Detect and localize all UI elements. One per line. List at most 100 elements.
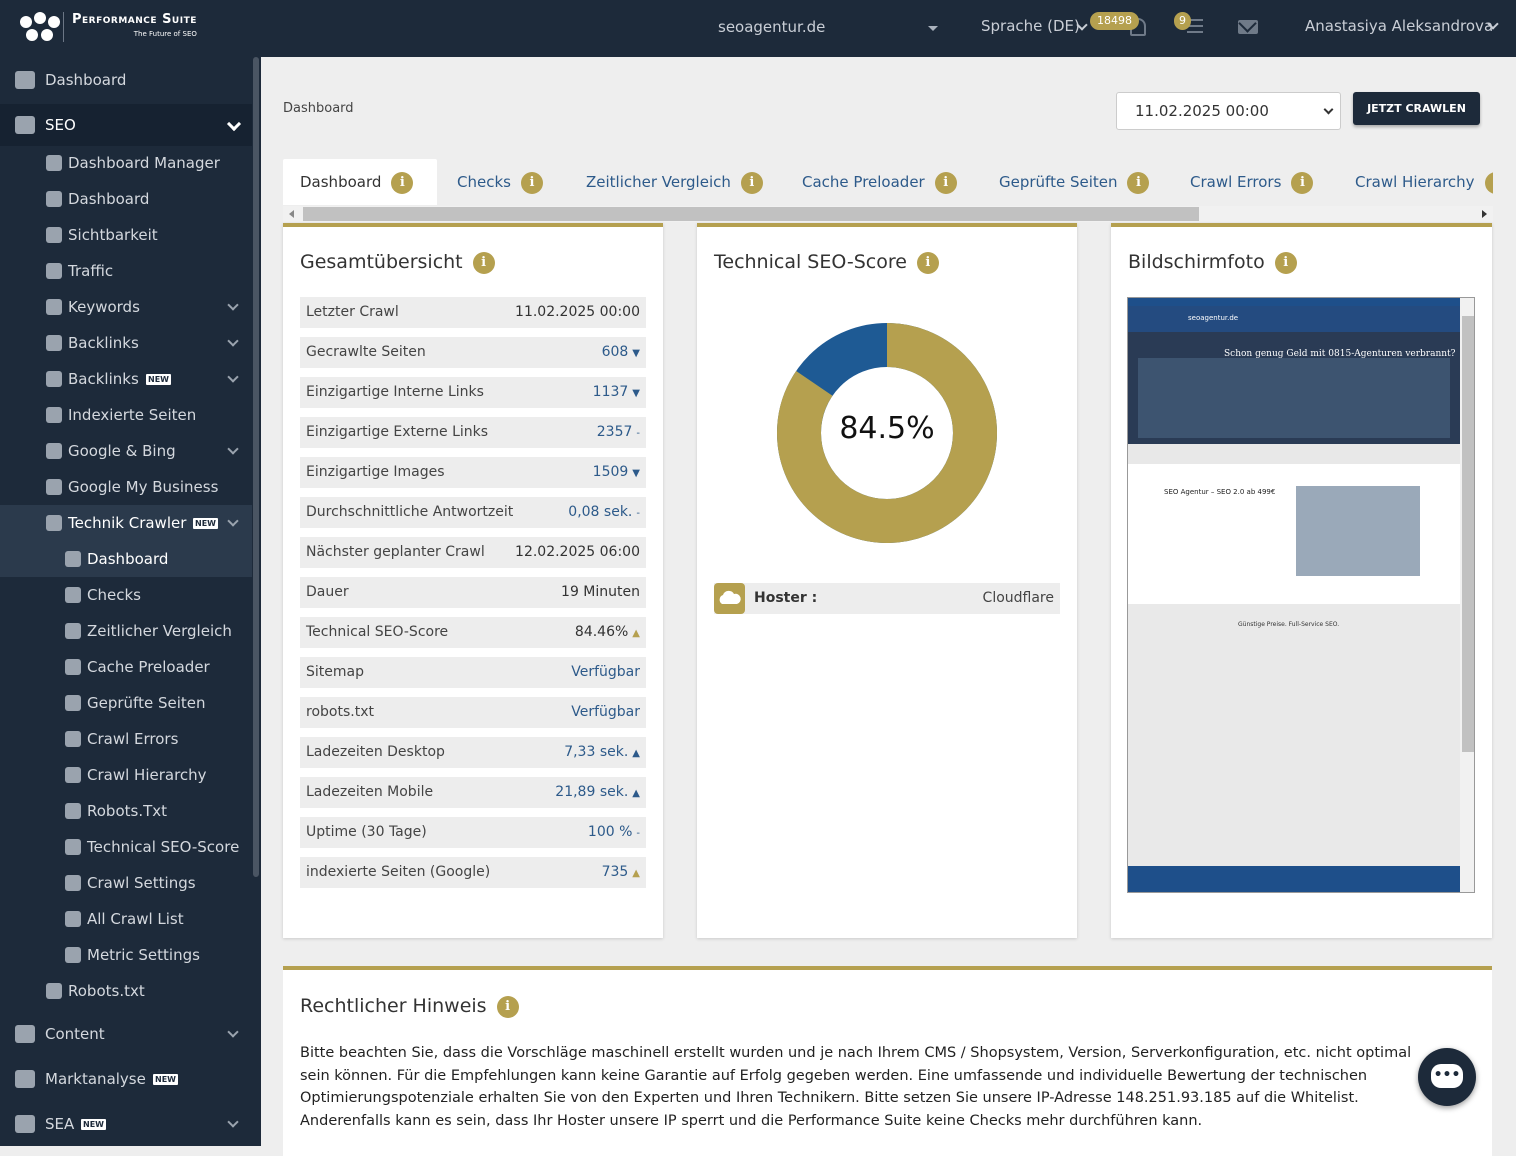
crawl-now-button[interactable]: JETZT CRAWLEN <box>1353 92 1480 125</box>
tab-dashboard[interactable]: Dashboard i <box>283 159 437 205</box>
sidebar-item-google-my-business[interactable]: Google My Business <box>0 469 252 505</box>
chevron-down-icon[interactable] <box>227 299 239 311</box>
website-preview-image: seoagentur.de Schon genug Geld mit 0815-… <box>1128 298 1474 892</box>
scrollbar-thumb[interactable] <box>303 207 1199 221</box>
sidebar-item-label: All Crawl List <box>87 910 184 928</box>
sidebar-item-sichtbarkeit[interactable]: Sichtbarkeit <box>0 217 252 253</box>
tabs-scrollbar[interactable] <box>283 206 1493 222</box>
chevron-down-icon[interactable] <box>227 515 239 527</box>
sidebar-item-keywords[interactable]: Keywords <box>0 289 252 325</box>
tab-zeitlicher-vergleich[interactable]: Zeitlicher Vergleich i <box>569 159 763 205</box>
chevron-down-icon[interactable] <box>227 1116 239 1128</box>
envelope-icon[interactable] <box>1238 20 1258 34</box>
info-icon[interactable]: i <box>740 171 763 194</box>
seo-score-card: Technical SEO-Score i 84.5% Hoster : Clou… <box>697 223 1077 938</box>
chat-button[interactable] <box>1418 1048 1476 1106</box>
sidebar-item-technical-seo-score[interactable]: Technical SEO-Score <box>0 829 252 865</box>
sidebar-item-dashboard[interactable]: Dashboard <box>0 181 252 217</box>
language-select[interactable]: Sprache (DE) <box>981 17 1080 35</box>
chevron-down-icon[interactable] <box>227 1026 239 1038</box>
sidebar-item-label: Robots.txt <box>68 982 145 1000</box>
info-icon[interactable]: i <box>916 251 939 274</box>
info-icon[interactable]: i <box>1484 171 1493 194</box>
sidebar-item-backlinks[interactable]: Backlinks NEW <box>0 361 252 397</box>
chevron-down-icon[interactable] <box>226 116 242 132</box>
caret-down-icon[interactable] <box>928 26 938 31</box>
info-icon[interactable]: i <box>391 171 414 194</box>
overview-row-value-text: 1509 <box>592 464 629 480</box>
info-icon[interactable]: i <box>496 995 519 1018</box>
sidebar-item-crawl-errors[interactable]: Crawl Errors <box>0 721 252 757</box>
sidebar-item-crawl-settings[interactable]: Crawl Settings <box>0 865 252 901</box>
sidebar-item-dashboard-manager[interactable]: Dashboard Manager <box>0 145 252 181</box>
tab-crawl-hierarchy[interactable]: Crawl Hierarchy i <box>1338 159 1493 205</box>
domain-select[interactable]: seoagentur.de <box>718 18 825 36</box>
info-icon[interactable]: i <box>1291 171 1314 194</box>
sidebar-item-robots-txt[interactable]: Robots.Txt <box>0 793 252 829</box>
chevron-down-icon[interactable] <box>227 335 239 347</box>
overview-row-label: Ladezeiten Mobile <box>306 784 434 800</box>
sidebar-item-zeitlicher-vergleich[interactable]: Zeitlicher Vergleich <box>0 613 252 649</box>
sidebar-item-dashboard[interactable]: Dashboard <box>0 59 252 101</box>
tab-crawl-errors[interactable]: Crawl Errors i <box>1173 159 1314 205</box>
info-icon[interactable]: i <box>472 251 495 274</box>
sidebar-item-label: Geprüfte Seiten <box>87 694 206 712</box>
legal-notice-title: Rechtlicher Hinweis i <box>300 995 519 1018</box>
sidebar-scrollbar[interactable] <box>253 57 259 877</box>
tab-checks[interactable]: Checks i <box>440 159 543 205</box>
overview-row: Technical SEO-Score 84.46% ▲ <box>300 617 646 648</box>
sidebar-item-robots-txt[interactable]: Robots.txt <box>0 973 252 1009</box>
chevron-down-icon[interactable] <box>227 443 239 455</box>
overview-row-label: Sitemap <box>306 664 364 680</box>
sidebar-item-label: Backlinks <box>68 370 139 388</box>
sidebar-item-label: Marktanalyse <box>45 1070 146 1088</box>
tab-cache-preloader[interactable]: Cache Preloader i <box>785 159 957 205</box>
sidebar-item-sea[interactable]: SEA NEW <box>0 1103 252 1145</box>
sidebar-item-google-bing[interactable]: Google & Bing <box>0 433 252 469</box>
website-screenshot[interactable]: seoagentur.de Schon genug Geld mit 0815-… <box>1127 297 1475 893</box>
sidebar-item-backlinks[interactable]: Backlinks <box>0 325 252 361</box>
sidebar-item-content[interactable]: Content <box>0 1013 252 1055</box>
overview-row-value: Verfügbar <box>571 697 640 728</box>
scroll-left-icon[interactable] <box>289 210 294 218</box>
external-link-icon <box>46 335 62 351</box>
sidebar-item-marktanalyse[interactable]: Marktanalyse NEW <box>0 1058 252 1100</box>
overview-row-value-text: 12.02.2025 06:00 <box>515 544 640 560</box>
crawl-date-select[interactable]: 11.02.2025 00:00 <box>1116 92 1341 130</box>
overview-row-value-text: 735 <box>601 864 629 880</box>
brand[interactable]: Performance Suite The Future of SEO <box>72 12 197 38</box>
overview-row-value-text: 21,89 sek. <box>555 784 629 800</box>
sidebar-item-technik-crawler[interactable]: Technik Crawler NEW <box>0 505 252 541</box>
tab-gepruefte-seiten[interactable]: Geprüfte Seiten i <box>982 159 1150 205</box>
info-icon[interactable]: i <box>934 171 957 194</box>
sidebar-item-cache-preloader[interactable]: Cache Preloader <box>0 649 252 685</box>
info-icon[interactable]: i <box>1127 171 1150 194</box>
sidebar-item-dashboard[interactable]: Dashboard <box>0 541 252 577</box>
scroll-right-icon[interactable] <box>1482 210 1487 218</box>
overview-row-value-text: 608 <box>601 344 629 360</box>
overview-row-label: Dauer <box>306 584 349 600</box>
sidebar-item-indexierte-seiten[interactable]: Indexierte Seiten <box>0 397 252 433</box>
sidebar-item-label: SEA <box>45 1115 75 1133</box>
eye-icon <box>46 227 62 243</box>
sidebar-item-checks[interactable]: Checks <box>0 577 252 613</box>
sidebar-item-all-crawl-list[interactable]: All Crawl List <box>0 901 252 937</box>
breadcrumb[interactable]: Dashboard <box>283 101 354 116</box>
overview-row-value-text: 7,33 sek. <box>564 744 629 760</box>
tab-label: Crawl Hierarchy <box>1355 173 1475 191</box>
overview-row-value: 100 % - <box>588 817 640 849</box>
sidebar-item-metric-settings[interactable]: Metric Settings <box>0 937 252 973</box>
sidebar-item-seo[interactable]: SEO <box>0 104 252 146</box>
sidebar-item-crawl-hierarchy[interactable]: Crawl Hierarchy <box>0 757 252 793</box>
sidebar-item-gepr-fte-seiten[interactable]: Geprüfte Seiten <box>0 685 252 721</box>
chevron-down-icon[interactable] <box>227 371 239 383</box>
overview-row-value: 7,33 sek. ▲ <box>564 737 640 769</box>
user-menu[interactable]: Anastasiya Aleksandrova <box>1305 17 1493 35</box>
info-icon[interactable]: i <box>1274 251 1297 274</box>
pie-chart-icon <box>15 1115 35 1133</box>
overview-row-value: 735 ▲ <box>602 857 640 889</box>
overview-row-label: Einzigartige Images <box>306 464 445 480</box>
info-icon[interactable]: i <box>520 171 543 194</box>
sidebar-item-traffic[interactable]: Traffic <box>0 253 252 289</box>
logo-icon[interactable] <box>16 10 64 46</box>
